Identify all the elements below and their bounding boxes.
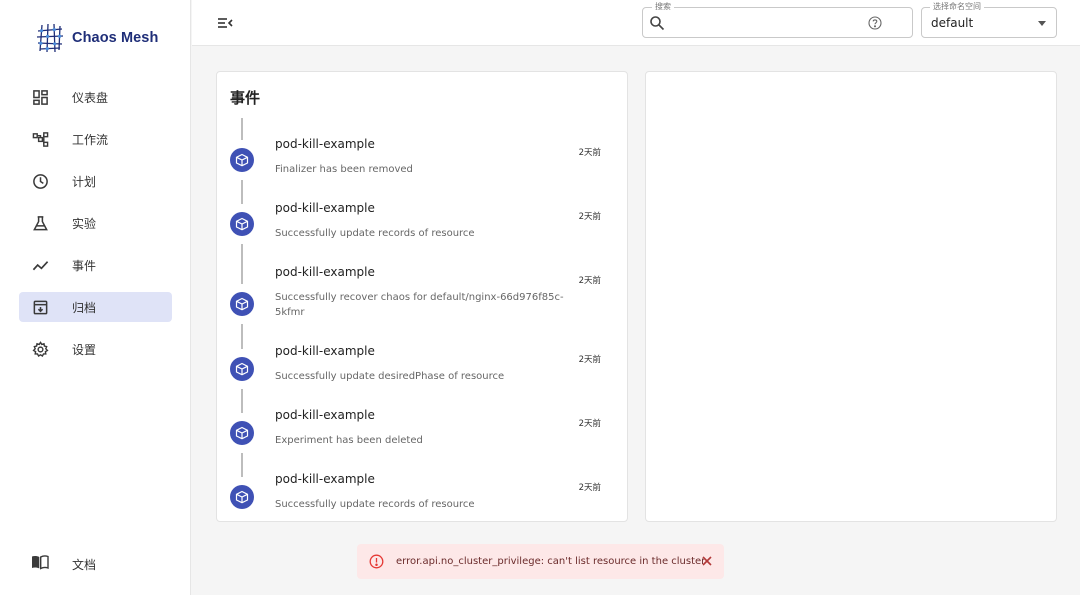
event-name[interactable]: pod-kill-example — [275, 265, 375, 279]
search-icon — [650, 16, 665, 31]
app-name: Chaos Mesh — [72, 30, 159, 46]
namespace-legend: 选择命名空间 — [930, 1, 984, 13]
clock-icon — [31, 172, 49, 190]
timeline-connector — [241, 453, 243, 477]
search-input[interactable] — [671, 12, 861, 34]
sidebar-item-label: 工作流 — [72, 132, 109, 147]
sidebar-item-workflow[interactable]: 工作流 — [19, 124, 172, 154]
timeline-connector — [241, 118, 243, 140]
sidebar-item-docs[interactable]: 文档 — [19, 549, 172, 579]
sidebar-item-label: 实验 — [72, 216, 97, 231]
top-bar: 搜索 选择命名空间 default — [192, 0, 1080, 46]
event-time: 2天前 — [578, 276, 601, 286]
sidebar-item-schedule[interactable]: 计划 — [19, 166, 172, 196]
sidebar-nav: 仪表盘 工作流 计划 实验 事件 归档 设置 — [19, 82, 172, 376]
sidebar-item-label: 事件 — [72, 258, 97, 273]
chevron-down-icon — [1038, 21, 1046, 26]
close-icon[interactable] — [700, 554, 714, 568]
sidebar-item-experiments[interactable]: 实验 — [19, 208, 172, 238]
namespace-value: default — [931, 16, 974, 30]
resource-cube-icon — [230, 292, 254, 316]
gear-icon — [31, 340, 49, 358]
sidebar-item-label: 设置 — [72, 342, 97, 357]
events-panel: 事件 pod-kill-example Finalizer has been re… — [216, 71, 628, 522]
error-message: error.api.no_cluster_privilege: can't li… — [396, 556, 706, 567]
resource-cube-icon — [230, 148, 254, 172]
sidebar-item-label: 计划 — [72, 174, 97, 189]
timeline-connector — [241, 389, 243, 413]
resource-cube-icon — [230, 485, 254, 509]
event-time: 2天前 — [578, 483, 601, 493]
chaos-mesh-logo-icon — [36, 23, 64, 53]
sidebar: Chaos Mesh 仪表盘 工作流 计划 实验 事件 归档 设置 文档 — [0, 0, 191, 595]
event-time: 2天前 — [578, 355, 601, 365]
workflow-icon — [31, 130, 49, 148]
event-time: 2天前 — [578, 148, 601, 158]
event-message: Successfully recover chaos for default/n… — [275, 292, 564, 318]
sidebar-item-settings[interactable]: 设置 — [19, 334, 172, 364]
error-toast: error.api.no_cluster_privilege: can't li… — [357, 544, 724, 579]
event-message: Finalizer has been removed — [275, 164, 413, 175]
app-logo[interactable]: Chaos Mesh — [34, 22, 158, 54]
search-box: 搜索 — [642, 1, 913, 38]
resource-cube-icon — [230, 421, 254, 445]
event-time: 2天前 — [578, 419, 601, 429]
error-circle-icon — [369, 554, 384, 569]
menu-collapse-button[interactable] — [216, 14, 234, 32]
event-time: 2天前 — [578, 212, 601, 222]
event-name[interactable]: pod-kill-example — [275, 472, 375, 486]
book-icon — [31, 553, 49, 575]
flask-icon — [31, 214, 49, 232]
help-icon[interactable] — [868, 16, 882, 30]
event-message: Successfully update records of resource — [275, 499, 475, 510]
event-name[interactable]: pod-kill-example — [275, 201, 375, 215]
namespace-select[interactable]: 选择命名空间 default — [921, 1, 1057, 38]
timeline-icon — [31, 256, 49, 274]
event-timeline: pod-kill-example Finalizer has been remov… — [217, 72, 627, 521]
resource-cube-icon — [230, 212, 254, 236]
timeline-connector — [241, 324, 243, 349]
sidebar-item-archive[interactable]: 归档 — [19, 292, 172, 322]
timeline-connector — [241, 244, 243, 284]
sidebar-item-label: 归档 — [72, 300, 97, 315]
menu-collapse-icon — [218, 18, 233, 28]
event-detail-panel — [645, 71, 1057, 522]
sidebar-item-label: 仪表盘 — [72, 90, 109, 105]
timeline-connector — [241, 180, 243, 204]
sidebar-item-events[interactable]: 事件 — [19, 250, 172, 280]
event-message: Experiment has been deleted — [275, 435, 423, 446]
event-message: Successfully update records of resource — [275, 228, 475, 239]
archive-icon — [31, 298, 49, 316]
dashboard-icon — [31, 88, 49, 106]
event-name[interactable]: pod-kill-example — [275, 408, 375, 422]
sidebar-item-dashboard[interactable]: 仪表盘 — [19, 82, 172, 112]
event-name[interactable]: pod-kill-example — [275, 344, 375, 358]
event-name[interactable]: pod-kill-example — [275, 137, 375, 151]
resource-cube-icon — [230, 357, 254, 381]
sidebar-item-label: 文档 — [72, 557, 97, 572]
event-message: Successfully update desiredPhase of reso… — [275, 371, 505, 382]
